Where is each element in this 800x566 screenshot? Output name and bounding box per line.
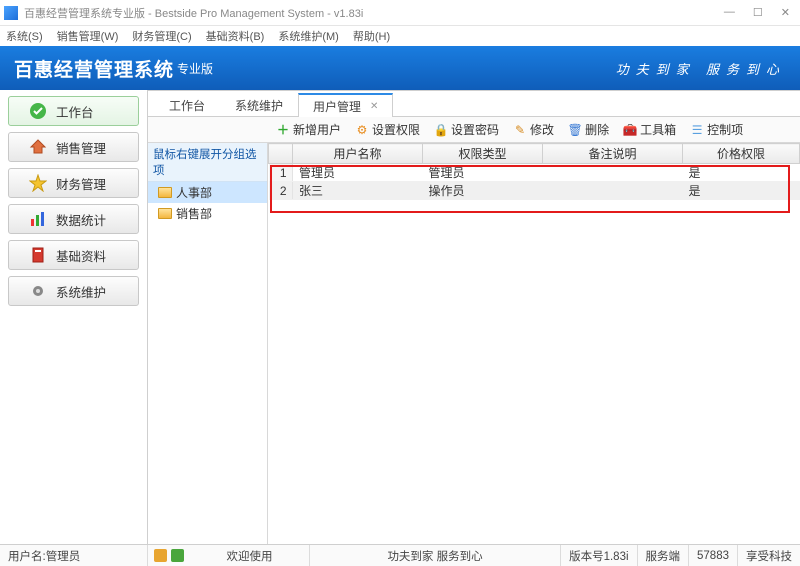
tab-maintenance[interactable]: 系统维护: [220, 93, 298, 117]
user-grid: 用户名称 权限类型 备注说明 价格权限 1 管理员 管理员 是: [268, 143, 800, 544]
cell-username: 管理员: [293, 164, 423, 182]
toolbar: ＋新增用户 ⚙设置权限 🔒设置密码 ✎修改 🗑删除 🧰工具箱 ☰控制项: [148, 117, 800, 143]
tab-user-management[interactable]: 用户管理 ✕: [298, 93, 393, 117]
column-role[interactable]: 权限类型: [423, 144, 543, 164]
column-username[interactable]: 用户名称: [293, 144, 423, 164]
gear-orange-icon: ⚙: [355, 123, 369, 137]
status-user: 用户名:管理员: [0, 545, 148, 566]
plus-icon: ＋: [276, 123, 290, 137]
sidebar-item-sales[interactable]: 销售管理: [8, 132, 139, 162]
book-icon: [29, 246, 47, 264]
status-version: 版本号1.83i: [561, 545, 637, 566]
lock-icon: 🔒: [434, 123, 448, 137]
menu-help[interactable]: 帮助(H): [353, 28, 390, 44]
cell-rownum: 2: [269, 182, 293, 200]
sidebar-item-label: 系统维护: [56, 282, 106, 301]
cell-rownum: 1: [269, 164, 293, 182]
brand-slogan: 功夫到家 服务到心: [616, 59, 786, 78]
sidebar-item-label: 工作台: [56, 102, 94, 121]
sidebar-item-label: 数据统计: [56, 210, 106, 229]
window-titlebar: 百惠经营管理系统专业版 - Bestside Pro Management Sy…: [0, 0, 800, 26]
menu-basedata[interactable]: 基础资料(B): [206, 28, 265, 44]
menubar: 系统(S) 销售管理(W) 财务管理(C) 基础资料(B) 系统维护(M) 帮助…: [0, 26, 800, 46]
add-user-button[interactable]: ＋新增用户: [276, 121, 341, 138]
banner: 百惠经营管理系统 专业版 功夫到家 服务到心: [0, 46, 800, 90]
brand-edition: 专业版: [177, 60, 213, 77]
menu-finance[interactable]: 财务管理(C): [132, 28, 191, 44]
toolbox-icon: 🧰: [623, 123, 637, 137]
folder-icon: [158, 187, 172, 198]
edit-button[interactable]: ✎修改: [513, 121, 554, 138]
status-company: 享受科技: [738, 545, 800, 566]
status-icon-1[interactable]: [154, 549, 167, 562]
window-title: 百惠经营管理系统专业版 - Bestside Pro Management Sy…: [24, 5, 724, 21]
pencil-icon: ✎: [513, 123, 527, 137]
cell-role: 操作员: [423, 182, 543, 200]
set-permission-button[interactable]: ⚙设置权限: [355, 121, 420, 138]
tab-label: 系统维护: [235, 97, 283, 114]
cell-price: 是: [683, 164, 800, 182]
sidebar-item-label: 销售管理: [56, 138, 106, 157]
house-icon: [29, 138, 47, 156]
content-area: 工作台 系统维护 用户管理 ✕ ＋新增用户 ⚙设置权限 🔒设置密码 ✎修改 🗑删除…: [148, 90, 800, 544]
sidebar-item-stats[interactable]: 数据统计: [8, 204, 139, 234]
cell-remark: [543, 182, 683, 200]
sidebar-item-basedata[interactable]: 基础资料: [8, 240, 139, 270]
menu-system[interactable]: 系统(S): [6, 28, 43, 44]
table-row[interactable]: 1 管理员 管理员 是: [269, 164, 800, 182]
tab-label: 工作台: [169, 97, 205, 114]
sidebar-item-finance[interactable]: 财务管理: [8, 168, 139, 198]
column-rownum[interactable]: [269, 144, 293, 164]
status-bar: 用户名:管理员 欢迎使用 功夫到家 服务到心 版本号1.83i 服务端 5788…: [0, 544, 800, 566]
folder-icon: [158, 208, 172, 219]
star-icon: [29, 174, 47, 192]
minimize-button[interactable]: —: [724, 6, 735, 19]
app-icon: [4, 6, 18, 20]
tree-item-sales[interactable]: 销售部: [148, 203, 267, 224]
gear-icon: [29, 282, 47, 300]
status-port: 57883: [689, 545, 738, 566]
tree-item-hr[interactable]: 人事部: [148, 182, 267, 203]
close-icon[interactable]: ✕: [370, 101, 378, 112]
sidebar-item-maintenance[interactable]: 系统维护: [8, 276, 139, 306]
column-remark[interactable]: 备注说明: [543, 144, 683, 164]
close-button[interactable]: ✕: [781, 6, 790, 19]
sidebar-item-label: 财务管理: [56, 174, 106, 193]
cell-role: 管理员: [423, 164, 543, 182]
bar-chart-icon: [29, 210, 47, 228]
sidebar-item-label: 基础资料: [56, 246, 106, 265]
cell-price: 是: [683, 182, 800, 200]
group-tree: 鼠标右键展开分组选项 人事部 销售部: [148, 143, 268, 544]
column-price-perm[interactable]: 价格权限: [683, 144, 800, 164]
sidebar: 工作台 销售管理 财务管理 数据统计 基础资料 系统维护: [0, 90, 148, 544]
set-password-button[interactable]: 🔒设置密码: [434, 121, 499, 138]
table-row[interactable]: 2 张三 操作员 是: [269, 182, 800, 200]
tab-workbench[interactable]: 工作台: [154, 93, 220, 117]
status-motto: 功夫到家 服务到心: [310, 545, 561, 566]
status-icon-2[interactable]: [171, 549, 184, 562]
status-server: 服务端: [638, 545, 690, 566]
tab-label: 用户管理: [313, 98, 361, 115]
tree-item-label: 人事部: [176, 184, 212, 201]
sidebar-item-workbench[interactable]: 工作台: [8, 96, 139, 126]
maximize-button[interactable]: ☐: [753, 6, 763, 19]
cell-username: 张三: [293, 182, 423, 200]
tree-item-label: 销售部: [176, 205, 212, 222]
tree-header: 鼠标右键展开分组选项: [148, 143, 267, 182]
toolbox-button[interactable]: 🧰工具箱: [623, 121, 676, 138]
control-items-button[interactable]: ☰控制项: [690, 121, 743, 138]
menu-maintenance[interactable]: 系统维护(M): [278, 28, 339, 44]
menu-sales[interactable]: 销售管理(W): [57, 28, 119, 44]
trash-icon: 🗑: [568, 123, 582, 137]
check-circle-icon: [29, 102, 47, 120]
status-welcome: 欢迎使用: [190, 545, 310, 566]
delete-button[interactable]: 🗑删除: [568, 121, 609, 138]
cell-remark: [543, 164, 683, 182]
sliders-icon: ☰: [690, 123, 704, 137]
tab-bar: 工作台 系统维护 用户管理 ✕: [148, 91, 800, 117]
brand-name: 百惠经营管理系统: [14, 55, 174, 82]
